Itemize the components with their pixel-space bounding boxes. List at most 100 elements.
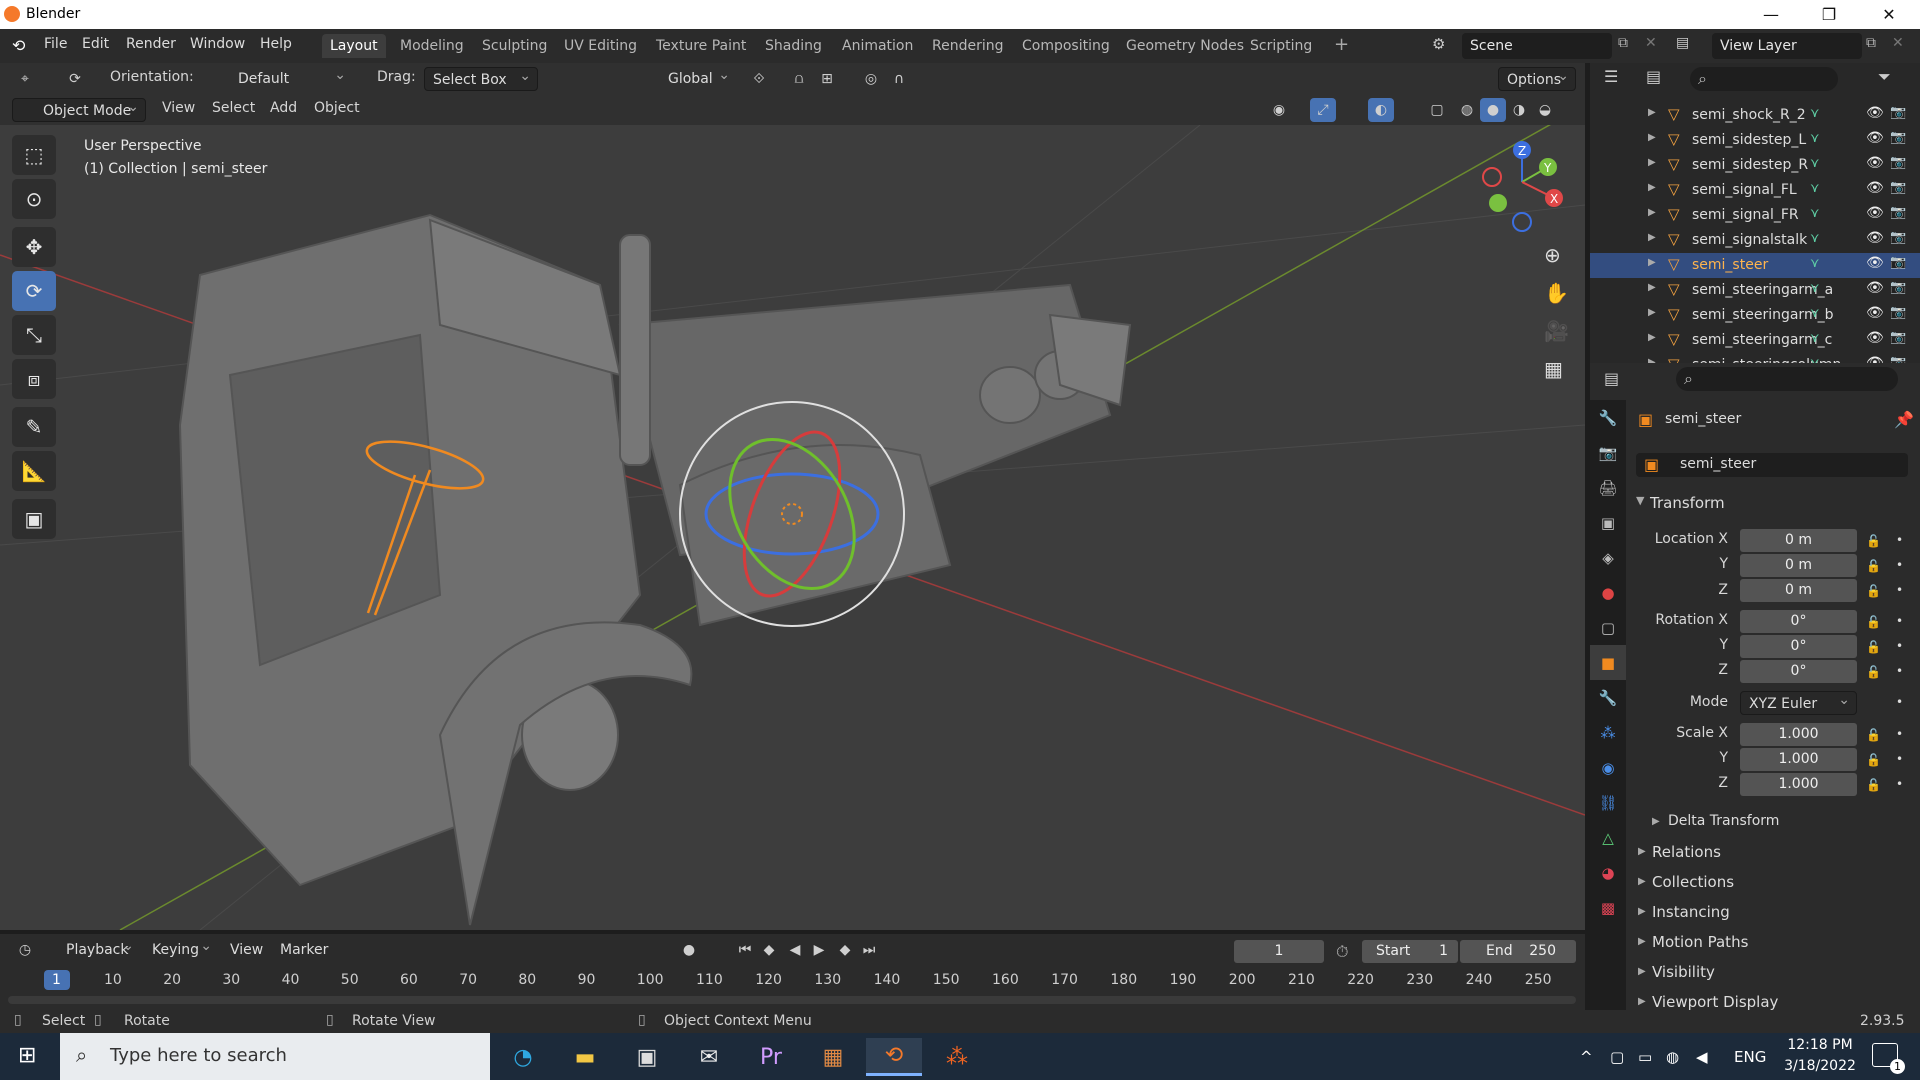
tab-geometry-nodes[interactable]: Geometry Nodes: [1118, 34, 1252, 58]
outliner-item-name[interactable]: semi_shock_R_2: [1692, 107, 1806, 123]
jump-end-icon[interactable]: ⏭: [856, 938, 882, 962]
transform-tool-icon[interactable]: ⧈: [12, 359, 56, 399]
scale-z-field[interactable]: 1.000: [1740, 773, 1857, 796]
panel-header[interactable]: Instancing: [1652, 903, 1730, 921]
camera-view-icon[interactable]: 🎥: [1544, 319, 1569, 343]
keying-dropdown[interactable]: Keying: [144, 934, 218, 962]
blender-menu-icon[interactable]: ⟲: [12, 36, 25, 55]
start-frame-field[interactable]: Start 1: [1362, 940, 1458, 963]
panel-expand-icon[interactable]: ▶: [1638, 996, 1646, 1007]
file-explorer-icon[interactable]: ▬: [562, 1038, 608, 1076]
expand-arrow-icon[interactable]: ▶: [1648, 207, 1656, 218]
object-name-field[interactable]: ▣ semi_steer: [1636, 453, 1908, 477]
eye-visibility-icon[interactable]: 👁: [1866, 130, 1884, 146]
render-visibility-icon[interactable]: 📷: [1890, 330, 1906, 345]
header-menu-add[interactable]: Add: [270, 100, 297, 116]
expand-arrow-icon[interactable]: ▶: [1648, 182, 1656, 193]
render-visibility-icon[interactable]: 📷: [1890, 280, 1906, 295]
panel-header[interactable]: Viewport Display: [1652, 993, 1778, 1011]
render-visibility-icon[interactable]: 📷: [1890, 305, 1906, 320]
wireframe-shading-icon[interactable]: ◍: [1454, 98, 1480, 122]
panel-expand-icon[interactable]: ▶: [1638, 876, 1646, 887]
outliner-row[interactable]: ▶▽semi_steeringcolumn⋎👁📷: [1590, 353, 1920, 363]
panel-header[interactable]: Relations: [1652, 843, 1721, 861]
outliner-row[interactable]: ▶ ▽ semi_signal_FL ⋎ 👁 📷: [1590, 178, 1920, 203]
material-tab-icon[interactable]: ◕: [1590, 855, 1626, 890]
outliner-row[interactable]: ▶ ▽ semi_signalstalk ⋎ 👁 📷: [1590, 228, 1920, 253]
scene-tab-icon[interactable]: ◈: [1590, 540, 1626, 575]
view-layer-field[interactable]: View Layer: [1712, 33, 1862, 59]
render-visibility-icon[interactable]: 📷: [1890, 130, 1906, 145]
drag-dropdown[interactable]: Select Box: [424, 64, 538, 91]
modifier-tab-icon[interactable]: 🔧: [1590, 680, 1626, 715]
tab-rendering[interactable]: Rendering: [924, 34, 1012, 58]
outliner-row[interactable]: ▶ ▽ semi_signal_FR ⋎ 👁 📷: [1590, 203, 1920, 228]
outliner-item-name[interactable]: semi_signalstalk: [1692, 232, 1807, 248]
rotate-tool-icon[interactable]: ⟳: [12, 271, 56, 311]
end-frame-field[interactable]: End 250: [1460, 940, 1576, 963]
lock-icon[interactable]: 🔓: [1866, 559, 1881, 573]
transform-collapse-icon[interactable]: ▼: [1636, 494, 1644, 507]
xray-icon[interactable]: ▢: [1424, 98, 1450, 122]
texture-tab-icon[interactable]: ▩: [1590, 890, 1626, 925]
keyframe-dot-icon[interactable]: •: [1896, 558, 1903, 572]
render-visibility-icon[interactable]: 📷: [1890, 155, 1906, 170]
timeline-view-menu[interactable]: View: [230, 942, 263, 958]
render-tab-icon[interactable]: 📷: [1590, 435, 1626, 470]
mesh-data-icon[interactable]: ⋎: [1810, 256, 1820, 271]
lock-icon[interactable]: 🔓: [1866, 728, 1881, 742]
header-menu-select[interactable]: Select: [212, 100, 255, 116]
expand-arrow-icon[interactable]: ▶: [1648, 107, 1656, 118]
annotate-tool-icon[interactable]: ✎: [12, 407, 56, 447]
zoom-icon[interactable]: ⊕: [1544, 243, 1561, 267]
expand-arrow-icon[interactable]: ▶: [1648, 132, 1656, 143]
particles-tab-icon[interactable]: ⁂: [1590, 715, 1626, 750]
play-icon[interactable]: ▶: [806, 938, 832, 962]
visibility-icon[interactable]: ◉: [1266, 98, 1292, 122]
outliner-item-name[interactable]: semi_sidestep_R: [1692, 157, 1808, 173]
current-frame-field[interactable]: 1: [1234, 940, 1324, 963]
filter-icon[interactable]: ⏷: [1878, 67, 1891, 87]
data-tab-icon[interactable]: △: [1590, 820, 1626, 855]
overlays-icon[interactable]: ◐: [1368, 98, 1394, 122]
mode-dropdown[interactable]: Object Mode: [12, 95, 146, 122]
app-orange-dots-icon[interactable]: ⁂: [934, 1038, 980, 1076]
panel-expand-icon[interactable]: ▶: [1638, 846, 1646, 857]
view-layer-icon[interactable]: ▤: [1676, 35, 1689, 51]
mesh-data-icon[interactable]: ⋎: [1810, 231, 1820, 246]
orientation-dropdown[interactable]: Default: [230, 63, 352, 91]
menu-render[interactable]: Render: [126, 36, 176, 52]
taskbar-search-input[interactable]: ⌕ Type here to search: [60, 1033, 490, 1080]
physics-tab-icon[interactable]: ◉: [1590, 750, 1626, 785]
panel-header[interactable]: Visibility: [1652, 963, 1715, 981]
pin-icon[interactable]: 📌: [1894, 410, 1914, 429]
mesh-data-icon[interactable]: ⋎: [1810, 181, 1820, 196]
mesh-data-icon[interactable]: ⋎: [1810, 331, 1820, 346]
rotate-tool-icon[interactable]: ⟳: [62, 67, 88, 91]
render-visibility-icon[interactable]: 📷: [1890, 180, 1906, 195]
expand-arrow-icon[interactable]: ▶: [1648, 282, 1656, 293]
eye-visibility-icon[interactable]: 👁: [1866, 205, 1884, 221]
tab-uv-editing[interactable]: UV Editing: [556, 34, 645, 58]
expand-arrow-icon[interactable]: ▶: [1648, 157, 1656, 168]
eye-visibility-icon[interactable]: 👁: [1866, 230, 1884, 246]
properties-editor-icon[interactable]: ▤: [1604, 369, 1619, 388]
network-icon[interactable]: ◍: [1666, 1048, 1679, 1066]
outliner-row[interactable]: ▶ ▽ semi_steeringarm_c ⋎ 👁 📷: [1590, 328, 1920, 353]
battery-icon[interactable]: ▭: [1638, 1048, 1652, 1066]
clock-date[interactable]: 3/18/2022: [1780, 1058, 1860, 1074]
delete-view-layer-icon[interactable]: ✕: [1892, 35, 1904, 51]
lock-icon[interactable]: 🔓: [1866, 640, 1881, 654]
falloff-icon[interactable]: ∩: [886, 67, 912, 91]
minimize-button[interactable]: —: [1742, 0, 1800, 29]
proportional-edit-icon[interactable]: ◎: [858, 67, 884, 91]
add-cube-tool-icon[interactable]: ▣: [12, 499, 56, 539]
mesh-data-icon[interactable]: ⋎: [1810, 206, 1820, 221]
edge-browser-icon[interactable]: ◔: [500, 1038, 546, 1076]
delete-scene-icon[interactable]: ✕: [1645, 35, 1657, 51]
scale-y-field[interactable]: 1.000: [1740, 748, 1857, 771]
mesh-data-icon[interactable]: ⋎: [1810, 306, 1820, 321]
outliner-row[interactable]: ▶ ▽ semi_shock_R_2 ⋎ 👁 📷: [1590, 103, 1920, 128]
keyframe-dot-icon[interactable]: •: [1896, 614, 1903, 628]
clock-time[interactable]: 12:18 PM: [1780, 1037, 1860, 1053]
